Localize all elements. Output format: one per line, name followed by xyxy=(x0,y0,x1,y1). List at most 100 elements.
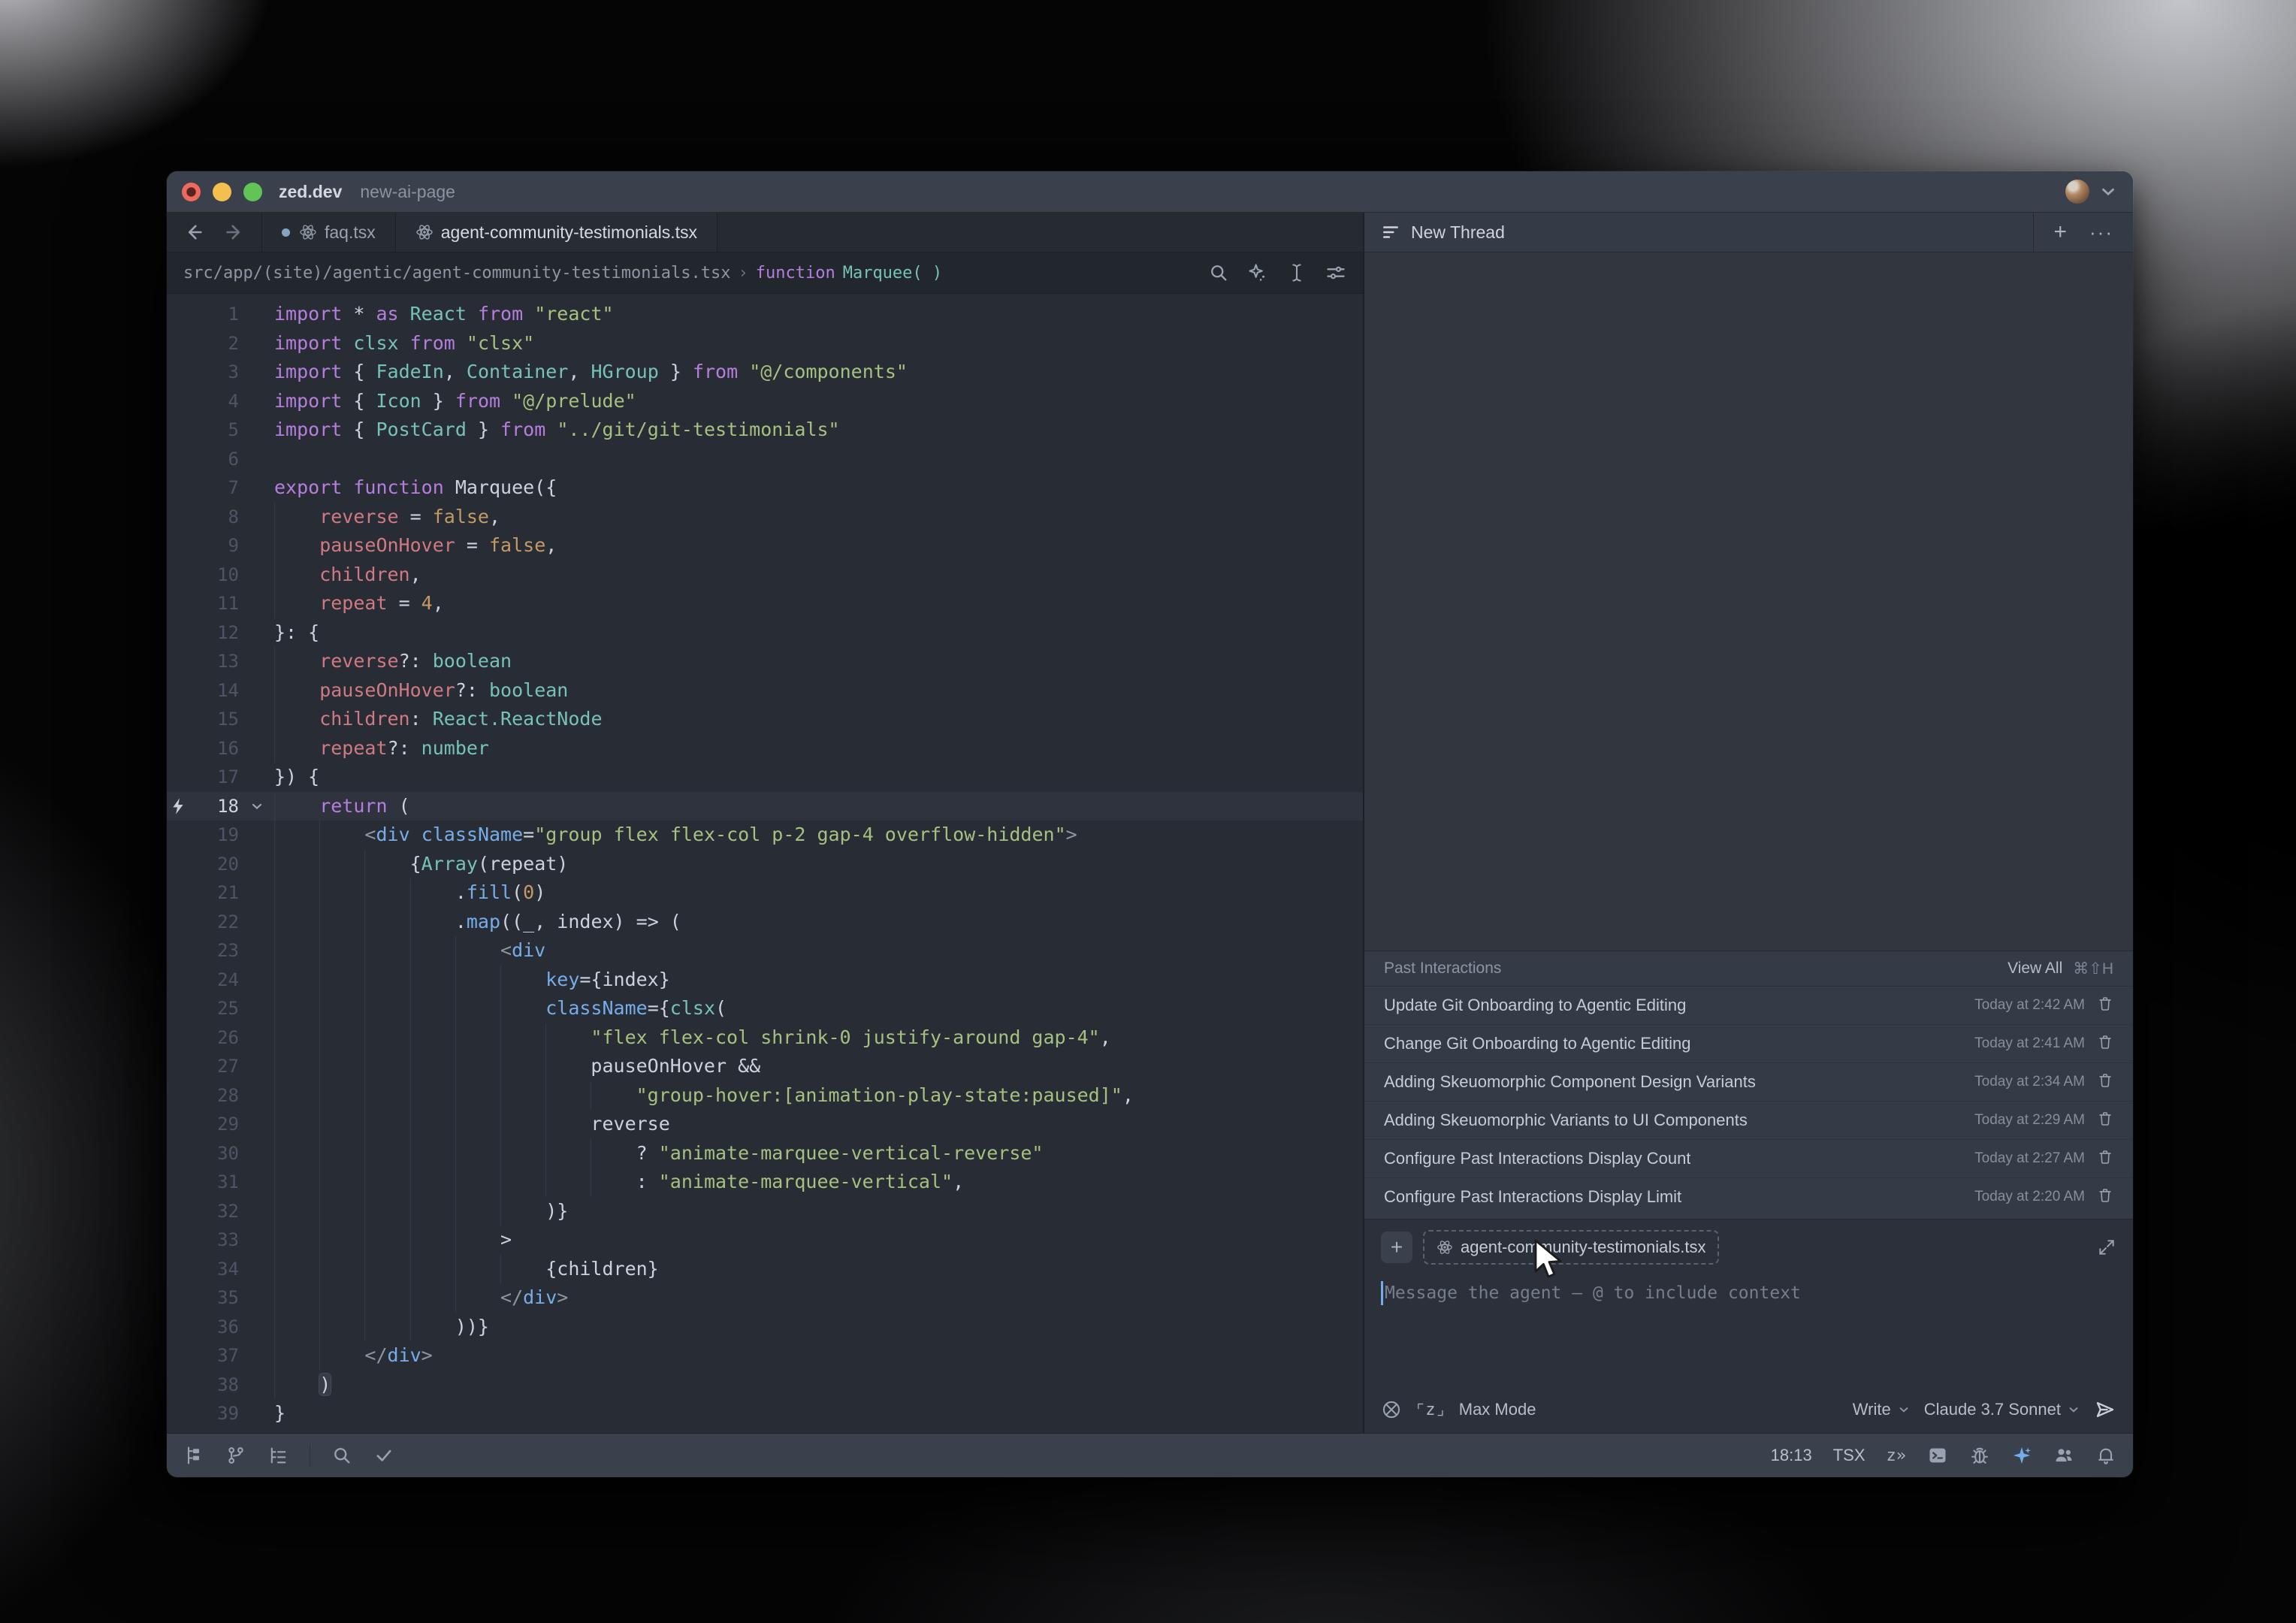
edit-prediction-icon[interactable]: z» xyxy=(1887,1446,1907,1465)
quick-action-bolt-icon[interactable] xyxy=(167,792,189,821)
notifications-bell-icon[interactable] xyxy=(2095,1445,2116,1466)
terminal-icon[interactable] xyxy=(1927,1445,1948,1466)
mode-dropdown[interactable]: Write xyxy=(1853,1400,1911,1419)
code-token: repeat xyxy=(319,592,387,614)
delete-thread-icon[interactable] xyxy=(2097,1187,2113,1207)
more-options-button[interactable]: ··· xyxy=(2089,222,2113,242)
search-icon[interactable] xyxy=(331,1445,352,1466)
gutter-fold-area xyxy=(239,1341,274,1371)
git-branch-icon[interactable] xyxy=(225,1445,246,1466)
agent-panel: New Thread + ··· Past Interactions View … xyxy=(1364,213,2133,1433)
project-name[interactable]: new-ai-page xyxy=(360,182,455,202)
code-line-content: pauseOnHover = false, xyxy=(274,531,1363,561)
outline-panel-icon[interactable] xyxy=(267,1445,289,1466)
avatar[interactable] xyxy=(2065,180,2089,204)
past-interaction-row[interactable]: Configure Past Interactions Display Limi… xyxy=(1364,1177,2133,1216)
code-token: = xyxy=(523,824,534,845)
chevron-down-icon[interactable] xyxy=(2098,182,2118,201)
past-interaction-row[interactable]: Update Git Onboarding to Agentic Editing… xyxy=(1364,987,2133,1024)
code-token: "../git/git-testimonials" xyxy=(557,419,839,440)
code-token: clsx xyxy=(670,997,715,1019)
minimize-button[interactable] xyxy=(213,183,231,201)
code-token: from xyxy=(410,332,467,354)
gutter-flash-area xyxy=(167,473,189,503)
back-button[interactable] xyxy=(183,222,204,243)
react-file-icon xyxy=(1437,1239,1453,1256)
indent-guide xyxy=(545,1168,591,1197)
editor-controls-icon[interactable] xyxy=(1325,262,1346,283)
fold-chevron-icon[interactable] xyxy=(239,792,274,821)
tab-agent-community-testimonials[interactable]: agent-community-testimonials.tsx xyxy=(396,213,718,252)
ai-assistant-icon[interactable] xyxy=(2011,1445,2032,1466)
code-token: as xyxy=(376,303,409,325)
collaboration-icon[interactable] xyxy=(2053,1445,2074,1466)
code-line-content: : "animate-marquee-vertical", xyxy=(274,1168,1363,1197)
indent-guide xyxy=(364,850,409,879)
cursor-position[interactable]: 18:13 xyxy=(1771,1446,1812,1465)
code-token: : xyxy=(636,1171,659,1192)
delete-thread-icon[interactable] xyxy=(2097,1072,2113,1093)
search-icon[interactable] xyxy=(1208,262,1229,283)
max-mode-label[interactable]: Max Mode xyxy=(1459,1400,1536,1419)
indent-guide xyxy=(274,531,319,561)
code-editor[interactable]: 1import * as React from "react"2import c… xyxy=(167,294,1363,1433)
breadcrumb[interactable]: src/app/(site)/agentic/agent-community-t… xyxy=(167,252,1363,294)
diagnostics-check-icon[interactable] xyxy=(373,1445,394,1466)
delete-thread-icon[interactable] xyxy=(2097,996,2113,1016)
past-interaction-row[interactable]: Adding Skeuomorphic Component Design Var… xyxy=(1364,1062,2133,1101)
line-number: 8 xyxy=(189,503,239,532)
indent-guide xyxy=(410,1052,455,1081)
past-interaction-row[interactable]: Change Git Onboarding to Agentic Editing… xyxy=(1364,1024,2133,1062)
indent-guide xyxy=(319,1283,364,1313)
message-input[interactable]: Message the agent – @ to include context xyxy=(1381,1281,2116,1305)
indent-guide xyxy=(274,1283,319,1313)
gutter-fold-area xyxy=(239,1255,274,1284)
delete-thread-icon[interactable] xyxy=(2097,1111,2113,1131)
code-token: } xyxy=(421,390,455,412)
indent-guide xyxy=(274,1226,319,1255)
past-interaction-row[interactable]: Configure Past Interactions Display Coun… xyxy=(1364,1139,2133,1177)
expand-composer-icon[interactable] xyxy=(2097,1238,2116,1257)
gutter-fold-area xyxy=(239,705,274,734)
maximize-button[interactable] xyxy=(243,183,262,201)
thread-menu-icon[interactable] xyxy=(1381,222,1400,242)
gutter-flash-area xyxy=(167,329,189,358)
project-panel-icon[interactable] xyxy=(183,1445,204,1466)
code-token: return xyxy=(319,795,398,817)
burn-mode-icon[interactable] xyxy=(1381,1399,1402,1420)
context-chip[interactable]: agent-community-testimonials.tsx xyxy=(1423,1230,1719,1265)
text-cursor-icon[interactable] xyxy=(1286,262,1307,283)
code-token: (repeat) xyxy=(478,853,568,875)
delete-thread-icon[interactable] xyxy=(2097,1034,2113,1054)
indent-guide xyxy=(410,1081,455,1111)
code-token: { xyxy=(353,419,376,440)
model-dropdown[interactable]: Claude 3.7 Sonnet xyxy=(1924,1400,2080,1419)
tab-bar: faq.tsx agent-community-testimonials.tsx xyxy=(167,213,1363,252)
indent-guide xyxy=(500,1081,545,1111)
gutter-fold-area xyxy=(239,473,274,503)
window-titlebar[interactable]: zed.dev new-ai-page xyxy=(167,171,2133,213)
new-thread-button[interactable]: + xyxy=(2053,221,2067,243)
gutter-flash-area xyxy=(167,618,189,648)
code-line: 14pauseOnHover?: boolean xyxy=(167,676,1363,706)
close-button[interactable] xyxy=(182,183,201,201)
code-token: import xyxy=(274,332,353,354)
modified-dot-icon xyxy=(282,228,290,237)
language-selector[interactable]: TSX xyxy=(1833,1446,1866,1465)
code-token: import xyxy=(274,361,353,382)
add-context-button[interactable]: + xyxy=(1381,1232,1412,1263)
tab-faq[interactable]: faq.tsx xyxy=(262,213,396,252)
inline-assist-icon[interactable] xyxy=(1247,262,1268,283)
delete-thread-icon[interactable] xyxy=(2097,1149,2113,1169)
code-line-content: "flex flex-col shrink-0 justify-around g… xyxy=(274,1023,1363,1053)
code-line: 38) xyxy=(167,1371,1363,1400)
past-interaction-row[interactable]: Adding Skeuomorphic Variants to UI Compo… xyxy=(1364,1101,2133,1139)
forward-button[interactable] xyxy=(224,222,245,243)
send-message-icon[interactable] xyxy=(2094,1398,2116,1421)
code-token: , xyxy=(433,592,444,614)
view-all-button[interactable]: View All xyxy=(2007,960,2062,978)
debug-icon[interactable] xyxy=(1969,1445,1990,1466)
line-number: 35 xyxy=(189,1283,239,1313)
indent-guide xyxy=(410,908,455,937)
code-token: pauseOnHover xyxy=(319,534,455,556)
